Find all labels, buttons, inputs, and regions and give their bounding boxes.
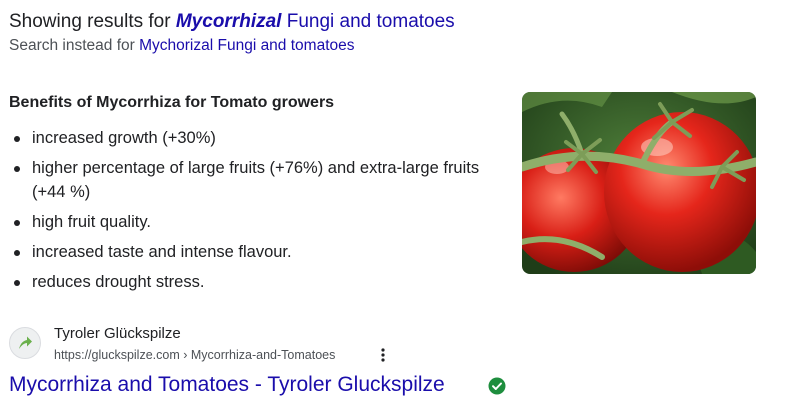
featured-snippet-title: Benefits of Mycorrhiza for Tomato grower… — [9, 94, 335, 111]
corrected-query-rest: Fungi and tomatoes — [286, 11, 455, 32]
list-item: reduces drought stress. — [9, 270, 499, 294]
result-title-link[interactable]: Mycorrhiza and Tomatoes - Tyroler Glucks… — [9, 373, 445, 397]
benefits-list: increased growth (+30%) higher percentag… — [9, 126, 499, 300]
correction-prefix: Showing results for — [9, 11, 171, 32]
result-menu-button[interactable] — [374, 346, 392, 364]
search-instead: Search instead for Mychorizal Fungi and … — [9, 37, 355, 55]
corrected-query-link[interactable]: Mycorrhizal Fungi and tomatoes — [176, 11, 455, 32]
original-query-link[interactable]: Mychorizal Fungi and tomatoes — [139, 37, 354, 54]
list-item: high fruit quality. — [9, 210, 499, 234]
list-item: increased growth (+30%) — [9, 126, 499, 150]
more-vert-icon — [381, 348, 385, 362]
arrow-favicon-icon — [19, 336, 32, 349]
site-favicon[interactable] — [9, 327, 41, 359]
verified-check-icon — [488, 377, 506, 395]
site-name[interactable]: Tyroler Glückspilze — [54, 325, 181, 342]
list-item: higher percentage of large fruits (+76%)… — [9, 156, 499, 204]
tomato-thumbnail[interactable] — [522, 92, 756, 274]
tomato-photo — [522, 92, 756, 274]
result-url[interactable]: https://gluckspilze.com › Mycorrhiza-and… — [54, 348, 335, 362]
spelling-correction: Showing results for Mycorrhizal Fungi an… — [9, 11, 455, 33]
corrected-term: Mycorrhizal — [175, 11, 282, 32]
list-item: increased taste and intense flavour. — [9, 240, 499, 264]
search-instead-prefix: Search instead for — [9, 37, 135, 54]
